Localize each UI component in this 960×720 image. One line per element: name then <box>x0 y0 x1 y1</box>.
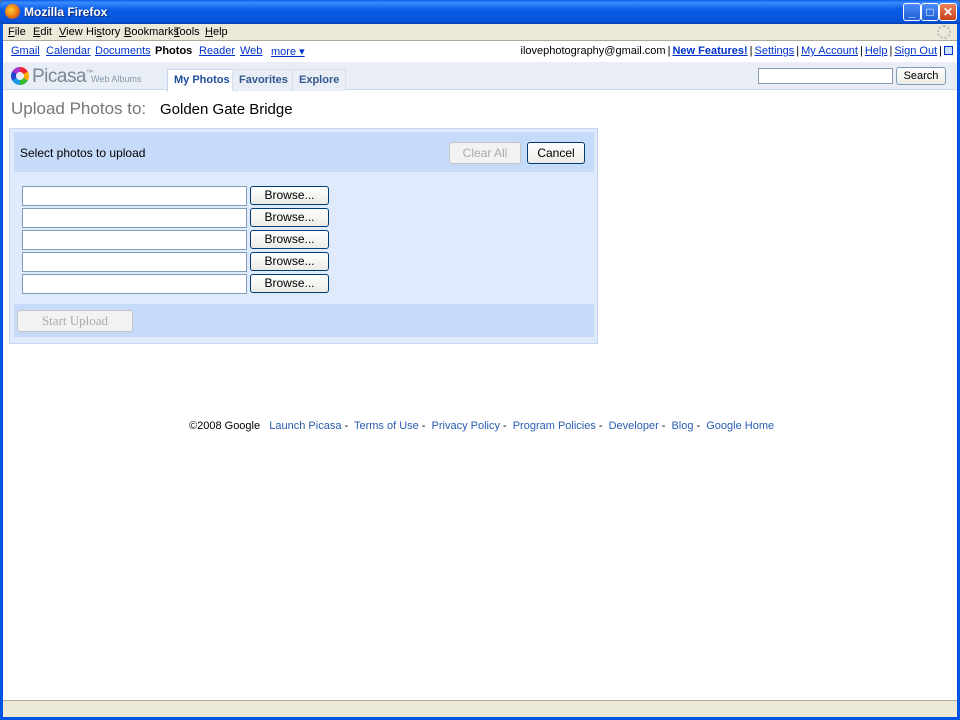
menu-bookmarks[interactable]: Bookmarks <box>124 26 179 38</box>
file-path-input[interactable] <box>22 252 247 272</box>
copyright-text: ©2008 Google <box>189 420 261 432</box>
footer-developer-link[interactable]: Developer <box>609 420 659 432</box>
album-name: Golden Gate Bridge <box>160 101 293 118</box>
browser-window: Mozilla Firefox _ □ ✕ File Edit View His… <box>0 0 960 720</box>
tab-favorites[interactable]: Favorites <box>232 69 295 91</box>
footer-terms-link[interactable]: Terms of Use <box>354 420 419 432</box>
minimize-button[interactable]: _ <box>903 3 921 21</box>
footer-blog-link[interactable]: Blog <box>671 420 693 432</box>
start-upload-button[interactable]: Start Upload <box>17 310 133 332</box>
settings-link[interactable]: Settings <box>755 45 795 57</box>
sign-out-link[interactable]: Sign Out <box>894 45 937 57</box>
browse-button[interactable]: Browse... <box>250 274 329 293</box>
page-footer: ©2008 Google Launch Picasa - Terms of Use… <box>189 420 775 432</box>
tab-my-photos[interactable]: My Photos <box>167 69 237 92</box>
close-button[interactable]: ✕ <box>939 3 957 21</box>
web-page: Gmail Calendar Documents Photos Reader W… <box>3 40 957 700</box>
picasa-header: Picasa™ Web Albums My Photos Favorites E… <box>3 62 957 92</box>
file-path-input[interactable] <box>22 208 247 228</box>
picasa-logo-subtitle: Web Albums <box>91 74 142 84</box>
new-features-link[interactable]: New Features! <box>672 45 747 57</box>
window-title: Mozilla Firefox <box>24 5 108 19</box>
file-row: Browse... <box>22 208 332 228</box>
menu-bar: File Edit View History Bookmarks Tools H… <box>3 24 957 40</box>
gbar-web[interactable]: Web <box>240 45 262 57</box>
menu-edit[interactable]: Edit <box>33 26 52 38</box>
throbber-icon <box>937 25 951 39</box>
browse-button[interactable]: Browse... <box>250 186 329 205</box>
file-row: Browse... <box>22 274 332 294</box>
search-button[interactable]: Search <box>896 67 946 85</box>
gbar-more[interactable]: more ▾ <box>271 45 305 58</box>
file-path-input[interactable] <box>22 274 247 294</box>
account-links: ilovephotography@gmail.com | New Features!… <box>521 45 953 57</box>
my-account-link[interactable]: My Account <box>801 45 858 57</box>
gbar-gmail[interactable]: Gmail <box>11 45 40 57</box>
browser-client: File Edit View History Bookmarks Tools H… <box>3 24 957 717</box>
mail-icon[interactable] <box>944 46 953 55</box>
file-path-input[interactable] <box>22 186 247 206</box>
upload-heading: Upload Photos to: <box>11 99 147 118</box>
footer-launch-picasa-link[interactable]: Launch Picasa <box>269 420 341 432</box>
menu-help[interactable]: Help <box>205 26 228 38</box>
title-bar[interactable]: Mozilla Firefox _ □ ✕ <box>0 0 960 24</box>
picasa-logo-text[interactable]: Picasa™ <box>32 66 93 88</box>
footer-program-policies-link[interactable]: Program Policies <box>513 420 596 432</box>
picasa-logo-icon[interactable] <box>11 67 29 85</box>
search-input[interactable] <box>758 68 893 84</box>
browse-button[interactable]: Browse... <box>250 208 329 227</box>
select-photos-text: Select photos to upload <box>20 146 146 160</box>
menu-file[interactable]: File <box>8 26 26 38</box>
gbar-photos-current: Photos <box>155 45 193 57</box>
gbar-reader[interactable]: Reader <box>199 45 235 57</box>
file-row: Browse... <box>22 230 332 250</box>
menu-view[interactable]: View <box>59 26 83 38</box>
maximize-button[interactable]: □ <box>921 3 939 21</box>
menu-tools[interactable]: Tools <box>174 26 200 38</box>
gbar-calendar[interactable]: Calendar <box>46 45 91 57</box>
upload-panel-footer: Start Upload <box>14 304 594 337</box>
upload-panel: Select photos to upload Clear All Cancel… <box>9 128 598 344</box>
file-row: Browse... <box>22 252 332 272</box>
footer-privacy-link[interactable]: Privacy Policy <box>432 420 500 432</box>
account-email: ilovephotography@gmail.com <box>520 45 666 57</box>
menu-history[interactable]: History <box>86 26 120 38</box>
cancel-button[interactable]: Cancel <box>527 142 585 164</box>
upload-panel-header: Select photos to upload Clear All Cancel <box>14 132 594 172</box>
browse-button[interactable]: Browse... <box>250 230 329 249</box>
tab-explore[interactable]: Explore <box>292 69 347 91</box>
status-bar <box>3 700 957 717</box>
gbar-documents[interactable]: Documents <box>95 45 151 57</box>
file-path-input[interactable] <box>22 230 247 250</box>
help-link[interactable]: Help <box>865 45 888 57</box>
browse-button[interactable]: Browse... <box>250 252 329 271</box>
google-bar: Gmail Calendar Documents Photos Reader W… <box>3 41 957 61</box>
footer-google-home-link[interactable]: Google Home <box>706 420 774 432</box>
file-row: Browse... <box>22 186 332 206</box>
clear-all-button[interactable]: Clear All <box>449 142 521 164</box>
firefox-icon <box>5 4 20 19</box>
